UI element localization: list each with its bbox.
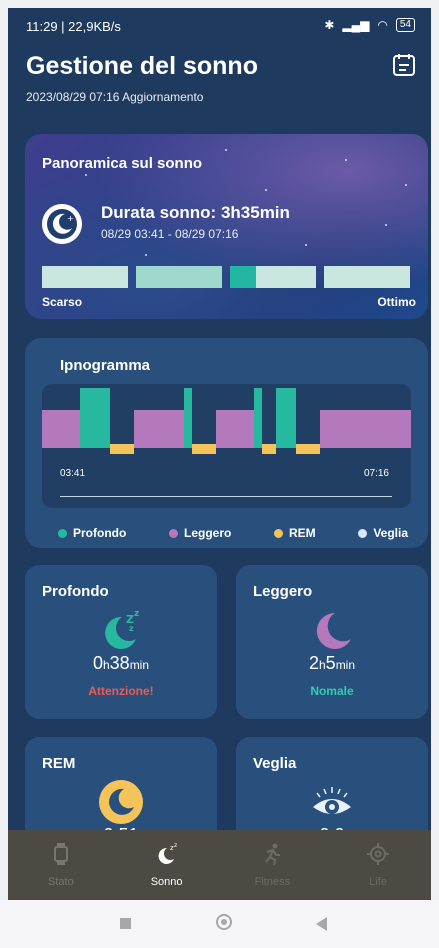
legend-dot	[358, 528, 368, 538]
stage-deep	[80, 388, 110, 448]
stage-light	[320, 410, 411, 448]
calendar-icon[interactable]	[391, 52, 417, 78]
tab-life[interactable]: Life	[325, 830, 431, 900]
status-bar: 11:29 | 22,9KB/s ✱ ▂▄▆ ◠ 54	[8, 8, 431, 46]
legend-deep: Profondo	[58, 526, 126, 540]
light-duration: 2h5min	[308, 653, 356, 673]
sleep-range: 08/29 03:41 - 08/29 07:16	[101, 227, 239, 241]
hypnogram-start-time: 03:41	[60, 468, 86, 479]
quality-segment	[324, 266, 410, 288]
svg-text:z: z	[134, 609, 139, 619]
hypnogram-chart: 03:41 07:16	[42, 384, 411, 508]
quality-segment	[42, 266, 128, 288]
card-title: Leggero	[253, 583, 313, 600]
battery-icon: 54	[395, 18, 415, 32]
sleep-overview-card[interactable]: Panoramica sul sonno + Durata sonno: 3h3…	[25, 134, 428, 319]
moon-icon: +	[42, 204, 82, 244]
stage-deep	[276, 388, 296, 448]
legend-rem: REM	[273, 526, 316, 540]
card-title: Veglia	[253, 755, 297, 772]
deep-sleep-card[interactable]: Profondo Z z z 0h38min Attenzione!	[25, 565, 217, 719]
stage-deep	[254, 388, 262, 448]
tab-label: Life	[369, 876, 387, 888]
tab-label: Stato	[48, 876, 74, 888]
update-timestamp: 2023/08/29 07:16 Aggiornamento	[26, 90, 204, 104]
moon-zz-icon: Z z z	[105, 609, 139, 649]
bluetooth-icon: ✱	[324, 18, 335, 32]
deep-status: Attenzione!	[88, 684, 154, 698]
app-screen: 11:29 | 22,9KB/s ✱ ▂▄▆ ◠ 54 Gestione del…	[8, 8, 431, 900]
quality-segment	[230, 266, 316, 288]
hypnogram-graph	[42, 388, 411, 454]
tab-label: Sonno	[150, 876, 183, 888]
legend-dot	[58, 528, 67, 538]
card-title: REM	[42, 755, 76, 772]
hypnogram-title: Ipnogramma	[60, 357, 151, 374]
page-title: Gestione del sonno	[26, 52, 258, 80]
status-icons: ✱ ▂▄▆ ◠ 54	[324, 18, 415, 32]
wifi-icon: ◠	[377, 18, 388, 32]
deep-duration: 0h38min	[92, 653, 150, 673]
light-sleep-card[interactable]: Leggero 2h5min Nomale	[236, 565, 428, 719]
quality-high-label: Ottimo	[377, 295, 416, 309]
stage-light	[42, 410, 80, 448]
sleep-duration: Durata sonno: 3h35min	[101, 203, 290, 222]
recents-button[interactable]	[120, 918, 131, 929]
stage-rem	[296, 444, 320, 454]
stage-light	[134, 410, 184, 448]
gear-icon	[367, 843, 390, 865]
stage-light	[216, 410, 254, 448]
legend-dot	[168, 528, 178, 538]
legend-awake: Veglia	[358, 526, 408, 540]
svg-text:z: z	[174, 842, 177, 849]
stage-rem	[262, 444, 276, 454]
stage-rem	[192, 444, 216, 454]
hypnogram-card[interactable]: Ipnogramma 03:41 07:16 Profondo Leggero …	[25, 338, 428, 548]
legend-dot	[273, 528, 283, 538]
stage-rem	[110, 444, 134, 454]
signal-icon: ▂▄▆	[342, 18, 370, 32]
hypnogram-end-time: 07:16	[363, 468, 389, 479]
hypnogram-legend: Profondo Leggero REM Veglia	[58, 526, 408, 540]
legend-light: Leggero	[168, 526, 231, 540]
moon-zz-icon: z z	[158, 842, 177, 864]
watch-icon	[53, 843, 68, 865]
overview-title: Panoramica sul sonno	[42, 155, 203, 172]
tab-fitness[interactable]: Fitness	[220, 830, 326, 900]
system-nav-bar	[0, 900, 439, 948]
card-title: Profondo	[42, 583, 109, 600]
light-status: Nomale	[310, 684, 354, 698]
runner-icon	[265, 843, 281, 866]
svg-text:z: z	[129, 624, 134, 633]
moon-circle-icon	[99, 780, 143, 824]
tab-label: Fitness	[254, 876, 291, 888]
home-button[interactable]	[216, 914, 232, 930]
tab-sonno[interactable]: z z Sonno	[114, 830, 220, 900]
back-button[interactable]	[316, 917, 328, 931]
svg-text:+: +	[67, 214, 74, 223]
quality-level-fill	[230, 266, 256, 288]
tab-stato[interactable]: Stato	[8, 830, 114, 900]
eye-icon	[313, 787, 351, 814]
quality-low-label: Scarso	[42, 295, 83, 309]
time-axis	[60, 496, 392, 497]
moon-icon	[316, 612, 351, 649]
quality-segment	[136, 266, 222, 288]
stage-deep	[184, 388, 192, 448]
status-time-speed: 11:29 | 22,9KB/s	[26, 19, 121, 34]
bottom-tab-bar: Stato z z Sonno Fitness Life	[8, 830, 431, 900]
